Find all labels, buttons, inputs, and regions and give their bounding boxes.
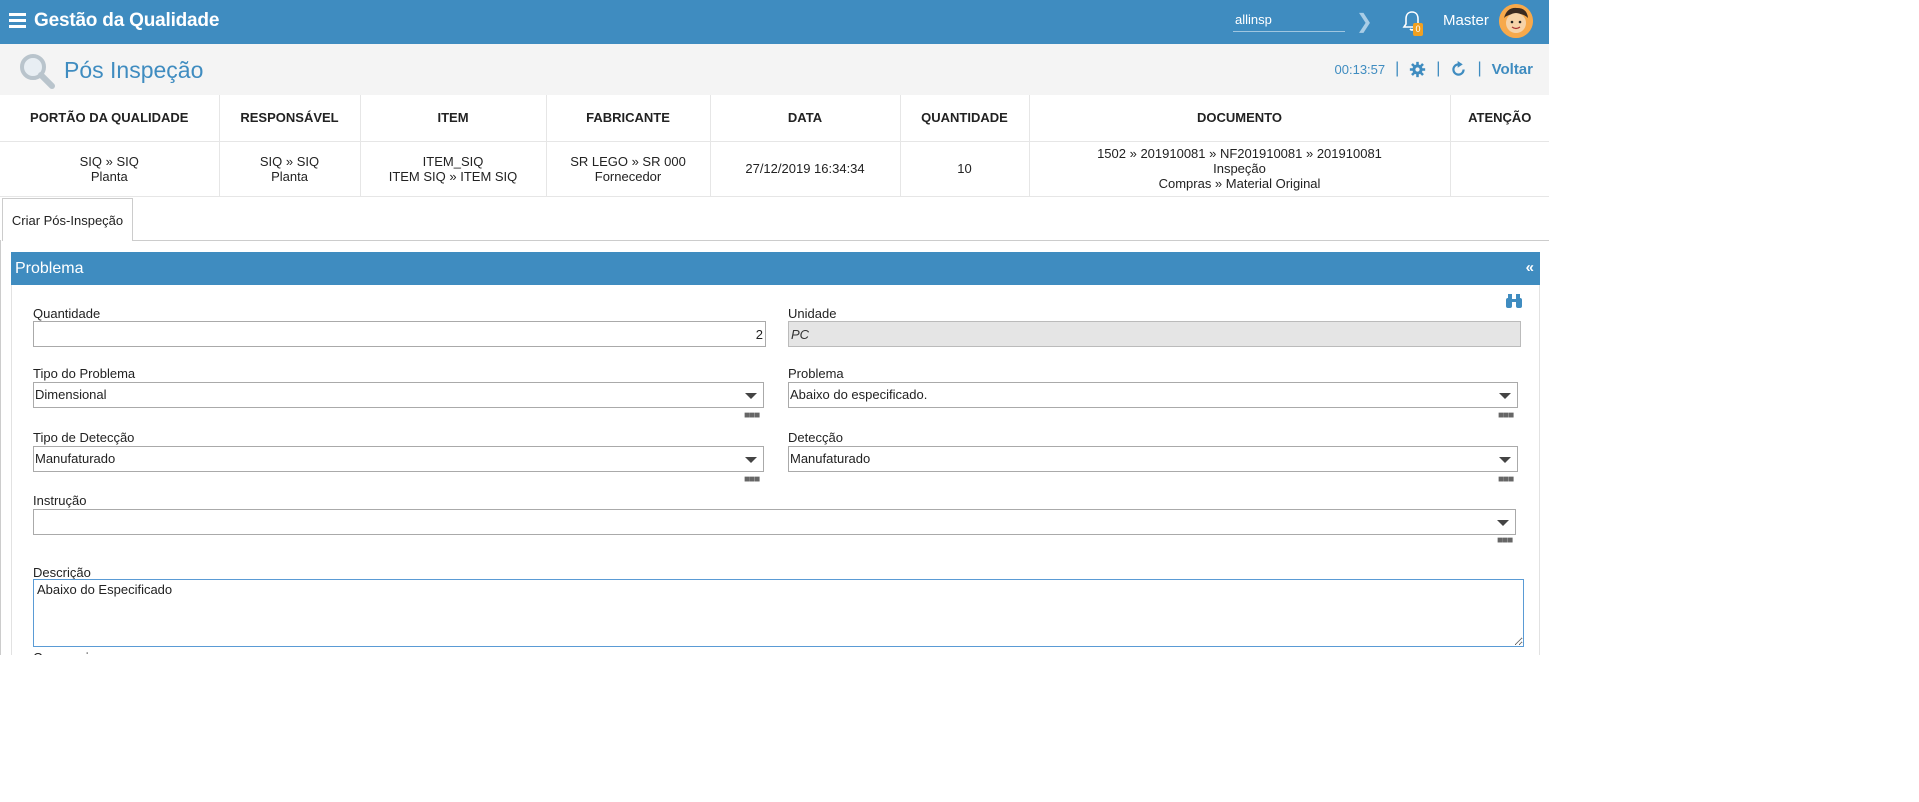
cell-quantidade: 10 (900, 141, 1030, 197)
col-header-responsavel: RESPONSÁVEL (219, 95, 361, 142)
more-icon[interactable]: ■■■ (1498, 410, 1514, 421)
col-header-data: DATA (710, 95, 901, 142)
descricao-label: Descrição (33, 565, 91, 580)
user-search-input[interactable] (1233, 8, 1345, 32)
more-icon[interactable]: ■■■ (744, 410, 760, 421)
col-header-atencao: ATENÇÃO (1450, 95, 1549, 142)
more-icon[interactable]: ■■■ (744, 474, 760, 485)
notification-badge: 0 (1413, 23, 1423, 36)
back-button[interactable]: Voltar (1492, 61, 1533, 78)
quantidade-field[interactable] (33, 321, 766, 347)
unidade-field (788, 321, 1521, 347)
blank-area (1549, 0, 1919, 802)
refresh-icon[interactable] (1450, 60, 1467, 78)
caret-down-icon (745, 393, 757, 399)
caret-down-icon (1499, 393, 1511, 399)
tipo-deteccao-select[interactable]: Manufaturado (33, 446, 764, 472)
chevron-right-icon[interactable]: ❯ (1356, 9, 1373, 34)
instrucao-select[interactable] (33, 509, 1516, 535)
col-header-portao: PORTÃO DA QUALIDADE (0, 95, 220, 142)
cell-item: ITEM_SIQ ITEM SIQ » ITEM SIQ (360, 141, 547, 197)
tab-criar-pos-inspecao[interactable]: Criar Pós-Inspeção (2, 198, 133, 241)
top-bar: Gestão da Qualidade ❯ 0 Master (0, 0, 1549, 44)
table-row: SIQ » SIQ Planta SIQ » SIQ Planta ITEM_SIQ… (0, 141, 1549, 197)
instrucao-label: Instrução (33, 493, 87, 508)
caret-down-icon (745, 457, 757, 463)
cell-responsavel: SIQ » SIQ Planta (219, 141, 361, 197)
cell-portao: SIQ » SIQ Planta (0, 141, 220, 197)
page-title: Pós Inspeção (64, 57, 204, 83)
search-icon (20, 54, 55, 89)
blank-area-bottom (0, 655, 1549, 802)
caret-down-icon (1497, 520, 1509, 526)
caret-down-icon (1499, 457, 1511, 463)
user-name[interactable]: Master (1443, 12, 1489, 29)
tipo-deteccao-label: Tipo de Detecção (33, 430, 135, 445)
viewport: Gestão da Qualidade ❯ 0 Master Pós Inspe… (0, 0, 1549, 655)
cell-fabricante: SR LEGO » SR 000 Fornecedor (546, 141, 711, 197)
col-header-item: ITEM (360, 95, 547, 142)
cell-data: 27/12/2019 16:34:34 (710, 141, 901, 197)
deteccao-label: Detecção (788, 430, 843, 445)
deteccao-select[interactable]: Manufaturado (788, 446, 1518, 472)
avatar[interactable] (1499, 4, 1533, 38)
inspection-info-table: PORTÃO DA QUALIDADE RESPONSÁVEL ITEM FAB… (0, 95, 1549, 197)
section-header-problema: Problema « (11, 252, 1540, 285)
tab-divider (133, 240, 1549, 241)
descricao-textarea[interactable]: Abaixo do Especificado (33, 579, 1524, 647)
gear-icon[interactable] (1409, 61, 1426, 78)
collapse-button[interactable]: « (1526, 259, 1534, 276)
tipo-problema-label: Tipo do Problema (33, 366, 136, 381)
menu-icon[interactable] (9, 13, 26, 28)
tipo-problema-select[interactable]: Dimensional (33, 382, 764, 408)
more-icon[interactable]: ■■■ (1497, 535, 1513, 546)
binoculars-icon[interactable] (1505, 293, 1523, 309)
cell-documento: 1502 » 201910081 » NF201910081 » 2019100… (1029, 141, 1451, 197)
more-icon[interactable]: ■■■ (1498, 474, 1514, 485)
page-header: Pós Inspeção 00:13:57 | | | Voltar (0, 44, 1549, 95)
col-header-fabricante: FABRICANTE (546, 95, 711, 142)
problema-select[interactable]: Abaixo do especificado. (788, 382, 1518, 408)
section-title: Problema (15, 260, 84, 277)
col-header-quantidade: QUANTIDADE (900, 95, 1030, 142)
app-title: Gestão da Qualidade (34, 10, 220, 31)
session-timer: 00:13:57 (1334, 61, 1386, 77)
page-toolbar: 00:13:57 | | | Voltar (1334, 60, 1533, 78)
unidade-label: Unidade (788, 306, 837, 321)
cell-atencao (1450, 141, 1549, 197)
col-header-documento: DOCUMENTO (1029, 95, 1451, 142)
problema-label: Problema (788, 366, 844, 381)
quantidade-label: Quantidade (33, 306, 101, 321)
